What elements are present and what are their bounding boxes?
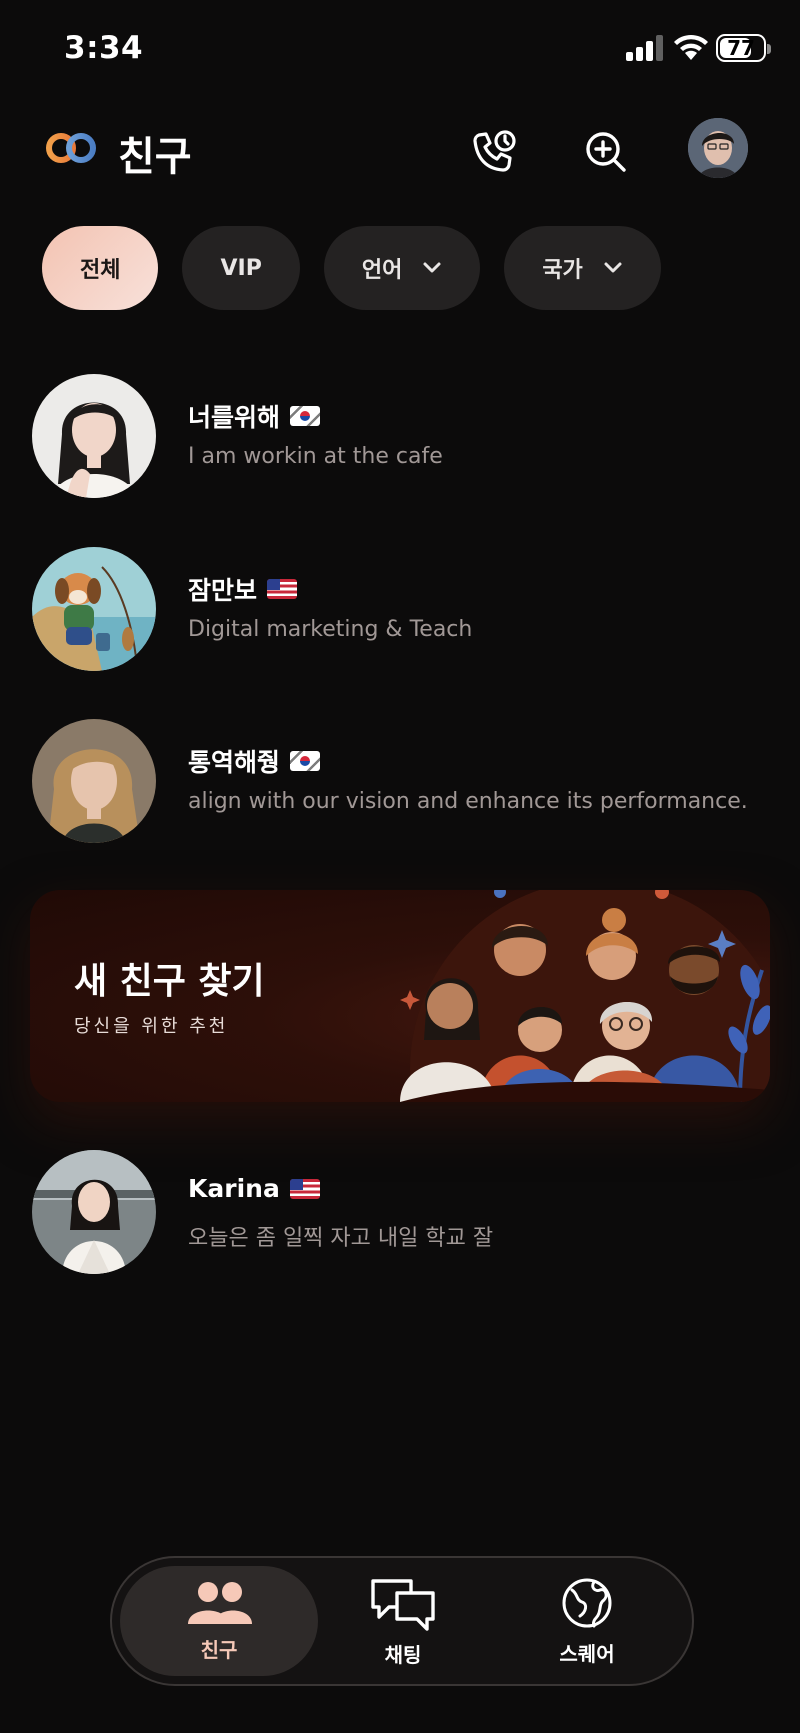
filter-chip-language[interactable]: 언어 bbox=[323, 226, 481, 310]
filter-chip-label: VIP bbox=[220, 255, 262, 281]
chevron-down-icon bbox=[604, 262, 622, 273]
friend-avatar bbox=[32, 547, 156, 671]
bottom-navigation: 친구 채팅 스퀘어 bbox=[110, 1556, 694, 1686]
nav-tab-chat[interactable]: 채팅 bbox=[304, 1566, 502, 1676]
profile-photo-icon bbox=[688, 118, 748, 178]
people-group-illustration bbox=[400, 890, 770, 1102]
friend-status-message: Digital marketing & Teach bbox=[188, 617, 473, 642]
filter-chip-label: 국가 bbox=[542, 258, 583, 283]
find-new-friends-banner[interactable]: 새 친구 찾기 당신을 위한 추천 bbox=[30, 890, 770, 1102]
nav-tab-square[interactable]: 스퀘어 bbox=[488, 1566, 686, 1676]
filter-chip-label: 전체 bbox=[80, 258, 121, 283]
korea-flag-icon bbox=[290, 751, 321, 771]
chevron-down-icon bbox=[423, 262, 441, 273]
friend-list-item[interactable]: Karina 오늘은 좀 일찍 자고 내일 학교 잘 bbox=[32, 1150, 772, 1274]
app-header: 친구 bbox=[0, 110, 800, 190]
friend-avatar bbox=[32, 374, 156, 498]
wifi-icon bbox=[674, 34, 708, 60]
search-friend-button[interactable] bbox=[578, 124, 634, 180]
banner-subtitle: 당신을 위한 추천 bbox=[74, 1016, 229, 1037]
cellular-signal-icon bbox=[626, 35, 664, 61]
filter-chips: 전체 VIP 언어 국가 bbox=[42, 226, 661, 310]
friend-name: 잠만보 bbox=[188, 576, 258, 605]
logo-icon bbox=[46, 133, 96, 163]
filter-chip-vip[interactable]: VIP bbox=[182, 226, 300, 310]
korea-flag-icon bbox=[290, 406, 321, 426]
battery-level: 77 bbox=[727, 36, 755, 60]
friend-name: 너를위해 bbox=[188, 403, 281, 432]
status-bar: 3:34 77 bbox=[0, 0, 800, 100]
nav-tab-label: 친구 bbox=[200, 1637, 238, 1662]
friend-avatar bbox=[32, 719, 156, 843]
chat-icon bbox=[371, 1578, 435, 1631]
page-title: 친구 bbox=[118, 134, 192, 180]
friends-icon bbox=[188, 1581, 252, 1624]
friend-list-item[interactable]: 통역해줭 align with our vision and enhance i… bbox=[32, 719, 772, 843]
friend-list-item[interactable]: 잠만보 Digital marketing & Teach bbox=[32, 547, 772, 671]
usa-flag-icon bbox=[289, 1178, 320, 1199]
friend-name-row: 너를위해 bbox=[188, 398, 321, 434]
status-time: 3:34 bbox=[64, 30, 144, 66]
globe-icon bbox=[562, 1578, 612, 1627]
friend-status-message: align with our vision and enhance its pe… bbox=[188, 789, 748, 814]
friend-status-message: I am workin at the cafe bbox=[188, 444, 443, 469]
filter-chip-label: 언어 bbox=[361, 258, 403, 283]
usa-flag-icon bbox=[267, 579, 298, 599]
nav-tab-label: 스퀘어 bbox=[559, 1641, 615, 1666]
friend-status-message: 오늘은 좀 일찍 자고 내일 학교 잘 bbox=[188, 1226, 494, 1251]
friend-name: 통역해줭 bbox=[188, 748, 281, 777]
battery-indicator: 77 bbox=[716, 34, 771, 62]
banner-title: 새 친구 찾기 bbox=[74, 961, 265, 1002]
friend-name-row: 잠만보 bbox=[188, 571, 298, 607]
nav-tab-friends[interactable]: 친구 bbox=[120, 1566, 318, 1676]
friend-name-row: 통역해줭 bbox=[188, 743, 321, 779]
friend-avatar bbox=[32, 1150, 156, 1274]
profile-avatar[interactable] bbox=[688, 118, 748, 178]
call-history-icon bbox=[473, 130, 516, 172]
filter-chip-all[interactable]: 전체 bbox=[42, 226, 159, 310]
filter-chip-country[interactable]: 국가 bbox=[504, 226, 661, 310]
call-history-button[interactable] bbox=[466, 124, 522, 180]
nav-tab-label: 채팅 bbox=[384, 1642, 422, 1667]
friend-name-row: Karina bbox=[188, 1174, 320, 1203]
add-friend-search-icon bbox=[586, 132, 626, 172]
friend-name: Karina bbox=[188, 1174, 280, 1203]
friend-list-item[interactable]: 너를위해 I am workin at the cafe bbox=[32, 374, 772, 498]
